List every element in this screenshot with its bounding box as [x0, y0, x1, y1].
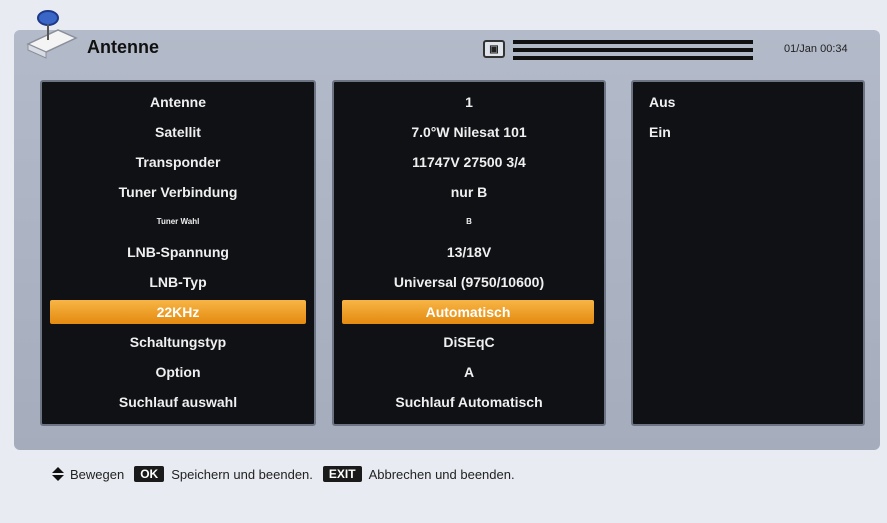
satellite-dish-icon	[26, 10, 78, 59]
exit-key-badge: EXIT	[322, 466, 362, 482]
setting-label-suchlauf-auswahl[interactable]: Suchlauf auswahl	[42, 390, 314, 414]
help-bar: Bewegen OK Speichern und beenden. EXIT A…	[52, 466, 515, 482]
setting-label-22khz[interactable]: 22KHz	[50, 300, 306, 324]
setting-label-lnb-spannung[interactable]: LNB-Spannung	[42, 240, 314, 264]
setting-value-transponder[interactable]: 11747V 27500 3/4	[334, 150, 604, 174]
signal-strength-bar	[513, 40, 753, 44]
settings-labels-panel: Antenne Satellit Transponder Tuner Verbi…	[40, 80, 316, 426]
setting-value-option[interactable]: A	[334, 360, 604, 384]
setting-label-option[interactable]: Option	[42, 360, 314, 384]
ok-hint: Speichern und beenden.	[171, 466, 313, 482]
option-ein[interactable]: Ein	[649, 124, 671, 140]
setting-value-22khz[interactable]: Automatisch	[342, 300, 594, 324]
setting-label-tuner-verbindung[interactable]: Tuner Verbindung	[42, 180, 314, 204]
setting-label-lnb-typ[interactable]: LNB-Typ	[42, 270, 314, 294]
setting-value-lnb-spannung[interactable]: 13/18V	[334, 240, 604, 264]
option-aus[interactable]: Aus	[649, 94, 675, 110]
datetime: 01/Jan 00:34	[784, 43, 848, 55]
setting-value-antenne[interactable]: 1	[334, 90, 604, 114]
setting-label-schaltungstyp[interactable]: Schaltungstyp	[42, 330, 314, 354]
setting-value-suchlauf-auswahl[interactable]: Suchlauf Automatisch	[334, 390, 604, 414]
ok-key-badge: OK	[134, 466, 165, 482]
setting-label-satellit[interactable]: Satellit	[42, 120, 314, 144]
setting-label-antenne[interactable]: Antenne	[42, 90, 314, 114]
settings-values-panel: 1 7.0°W Nilesat 101 11747V 27500 3/4 nur…	[332, 80, 606, 426]
setting-label-transponder[interactable]: Transponder	[42, 150, 314, 174]
page-title: Antenne	[87, 37, 159, 57]
setting-label-tuner-wahl[interactable]: Tuner Wahl	[42, 210, 314, 234]
satellite-signal-icon: ▣	[483, 40, 505, 58]
up-down-arrow-icon	[52, 467, 64, 481]
setting-value-lnb-typ[interactable]: Universal (9750/10600)	[334, 270, 604, 294]
setting-value-satellit[interactable]: 7.0°W Nilesat 101	[334, 120, 604, 144]
setting-value-schaltungstyp[interactable]: DiSEqC	[334, 330, 604, 354]
move-hint: Bewegen	[70, 466, 125, 482]
exit-hint: Abbrechen und beenden.	[368, 466, 515, 482]
signal-quality-bar	[513, 48, 753, 52]
setting-value-tuner-verbindung[interactable]: nur B	[334, 180, 604, 204]
signal-level-bar	[513, 56, 753, 60]
options-panel: Aus Ein	[631, 80, 865, 426]
setting-value-tuner-wahl[interactable]: B	[334, 210, 604, 234]
